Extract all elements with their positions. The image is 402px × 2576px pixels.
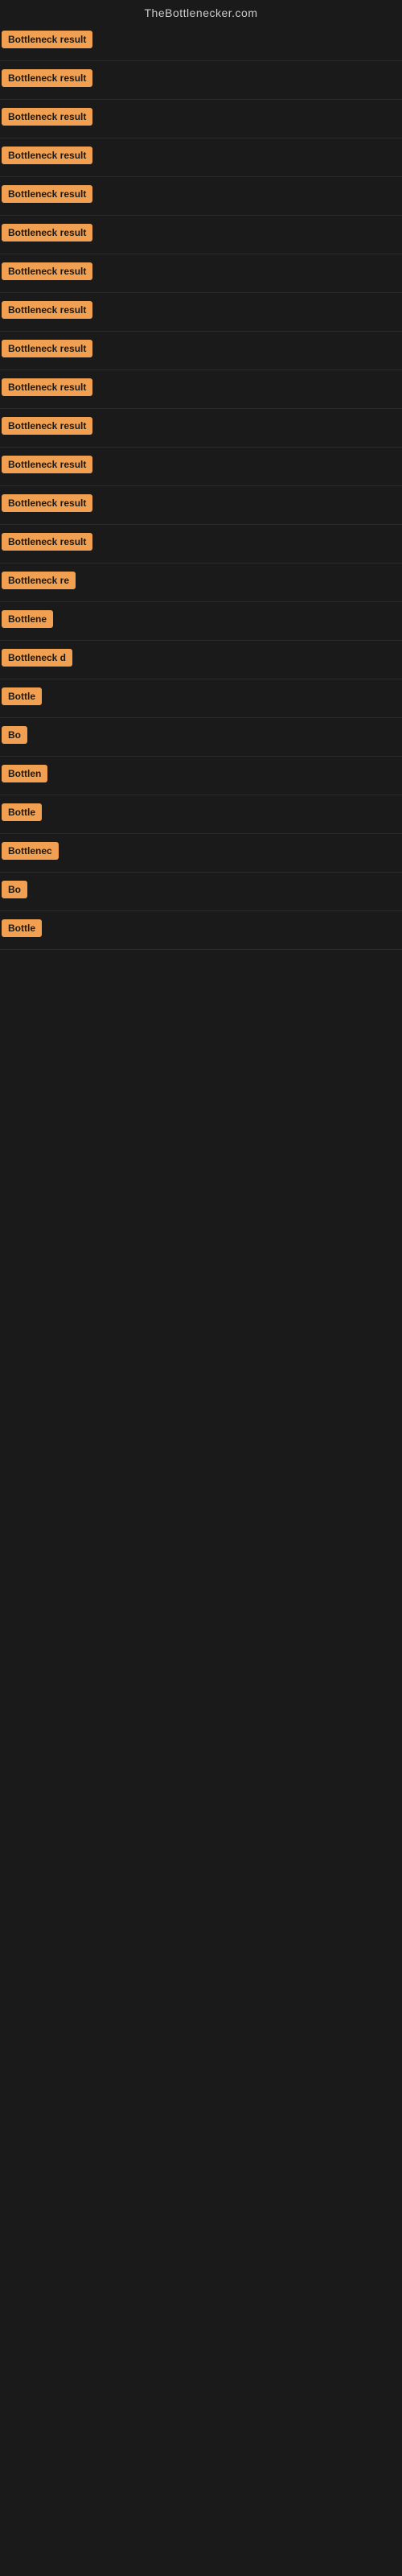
badge-row: Bottleneck result — [0, 254, 402, 293]
bottleneck-badge[interactable]: Bottleneck result — [2, 301, 92, 319]
bottleneck-badge[interactable]: Bottlenec — [2, 842, 59, 860]
bottleneck-badge[interactable]: Bottleneck result — [2, 224, 92, 242]
badge-row: Bottleneck result — [0, 216, 402, 254]
bottleneck-badge[interactable]: Bottlen — [2, 765, 47, 782]
badge-row: Bottleneck result — [0, 100, 402, 138]
bottleneck-badge[interactable]: Bottleneck result — [2, 31, 92, 48]
badge-row: Bottleneck result — [0, 293, 402, 332]
badge-row: Bottle — [0, 911, 402, 950]
bottleneck-badge[interactable]: Bottleneck result — [2, 417, 92, 435]
bottleneck-badge[interactable]: Bo — [2, 881, 27, 898]
badge-row: Bottleneck result — [0, 448, 402, 486]
bottleneck-badge[interactable]: Bottleneck result — [2, 185, 92, 203]
bottleneck-badge[interactable]: Bottle — [2, 803, 42, 821]
badge-row: Bottlenec — [0, 834, 402, 873]
badge-row: Bottleneck result — [0, 138, 402, 177]
bottleneck-badge[interactable]: Bottleneck result — [2, 108, 92, 126]
bottleneck-badge[interactable]: Bottle — [2, 919, 42, 937]
badge-row: Bottleneck result — [0, 61, 402, 100]
badge-row: Bottlene — [0, 602, 402, 641]
site-title: TheBottlenecker.com — [0, 0, 402, 23]
badge-row: Bottleneck result — [0, 486, 402, 525]
bottleneck-badge[interactable]: Bo — [2, 726, 27, 744]
bottleneck-badge[interactable]: Bottleneck result — [2, 378, 92, 396]
bottleneck-badge[interactable]: Bottleneck result — [2, 340, 92, 357]
badge-row: Bottleneck result — [0, 525, 402, 564]
bottleneck-badge[interactable]: Bottleneck re — [2, 572, 76, 589]
bottleneck-badge[interactable]: Bottleneck result — [2, 69, 92, 87]
bottleneck-badge[interactable]: Bottle — [2, 687, 42, 705]
badge-row: Bottleneck result — [0, 177, 402, 216]
badge-row: Bottle — [0, 795, 402, 834]
badge-row: Bottleneck d — [0, 641, 402, 679]
bottleneck-badge[interactable]: Bottleneck result — [2, 494, 92, 512]
badge-row: Bottleneck result — [0, 370, 402, 409]
bottleneck-badge[interactable]: Bottleneck result — [2, 456, 92, 473]
badge-row: Bottleneck result — [0, 23, 402, 61]
bottleneck-badge[interactable]: Bottleneck result — [2, 262, 92, 280]
badge-row: Bottleneck result — [0, 409, 402, 448]
badge-row: Bottlen — [0, 757, 402, 795]
badge-row: Bottleneck re — [0, 564, 402, 602]
bottleneck-badge[interactable]: Bottlene — [2, 610, 53, 628]
bottleneck-badge[interactable]: Bottleneck d — [2, 649, 72, 667]
badge-row: Bo — [0, 873, 402, 911]
bottleneck-badge[interactable]: Bottleneck result — [2, 147, 92, 164]
badges-container: Bottleneck result Bottleneck result Bottle… — [0, 23, 402, 950]
badge-row: Bottleneck result — [0, 332, 402, 370]
badge-row: Bo — [0, 718, 402, 757]
bottleneck-badge[interactable]: Bottleneck result — [2, 533, 92, 551]
badge-row: Bottle — [0, 679, 402, 718]
